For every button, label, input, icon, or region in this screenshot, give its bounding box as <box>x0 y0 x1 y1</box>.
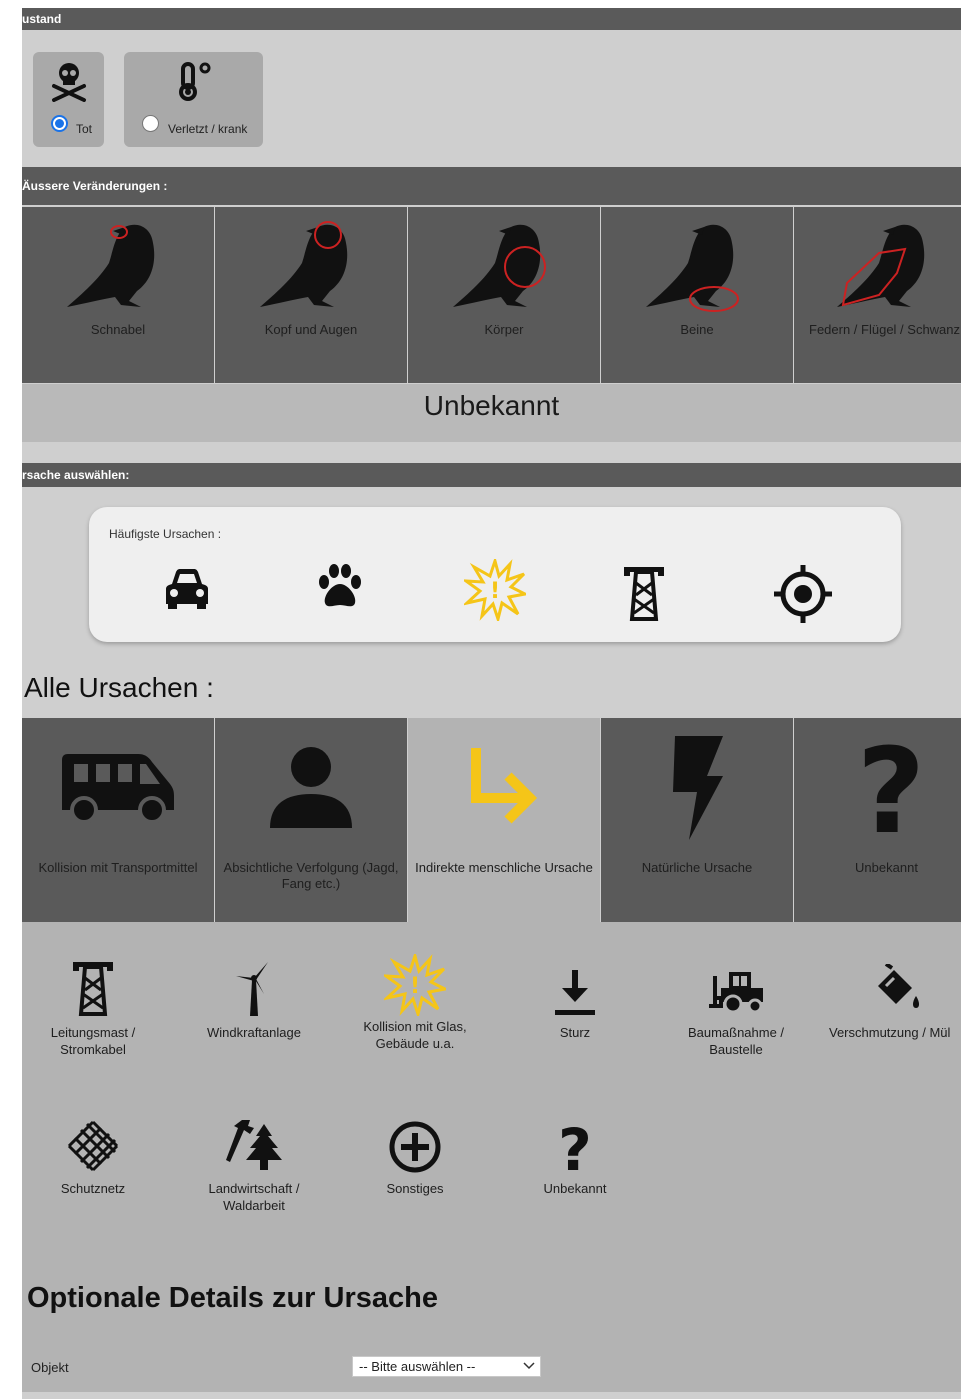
subcause-net[interactable]: Schutznetz <box>22 1118 168 1197</box>
crow-wing-icon <box>836 224 924 307</box>
part-label: Schnabel <box>90 322 146 337</box>
unknown-part-label: Unbekannt <box>423 390 560 421</box>
van-icon <box>62 754 174 824</box>
subcause-label: Windkraftanlage <box>207 1025 301 1040</box>
subcause-glass-collision[interactable]: ! Kollision mit Glas, Gebäude u.a. <box>340 954 490 1052</box>
state-label: Verletzt / krank <box>168 122 248 136</box>
report-form: ustand Tot Verletzt / krank Äussere Verä… <box>22 8 961 1399</box>
part-label: Federn / Flügel / Schwanz <box>809 322 961 337</box>
object-select[interactable]: -- Bitte auswählen -- <box>352 1356 541 1377</box>
section-header-changes: Äussere Veränderungen : <box>22 167 961 205</box>
subcause-unknown[interactable]: ? Unbekannt <box>500 1120 650 1197</box>
fall-arrow-icon <box>555 970 595 1015</box>
crosshair-icon[interactable] <box>774 565 832 623</box>
part-label: Körper <box>484 322 524 337</box>
cause-category-label: Natürliche Ursache <box>641 860 753 875</box>
subcause-fall[interactable]: Sturz <box>500 968 650 1041</box>
section-title: ustand <box>22 12 62 26</box>
crow-head-icon <box>260 221 348 307</box>
state-label: Tot <box>76 122 93 136</box>
thermometer-icon <box>178 62 210 101</box>
all-causes-title: Alle Ursachen : <box>24 672 214 703</box>
crow-beak-icon <box>67 224 155 307</box>
state-option-injured[interactable]: Verletzt / krank <box>124 52 263 147</box>
optional-details-title: Optionale Details zur Ursache <box>27 1282 438 1314</box>
cause-category-label: Unbekannt <box>855 860 918 875</box>
question-mark-icon: ? <box>558 1120 592 1174</box>
section-header-zustand: ustand <box>22 8 961 30</box>
paint-bucket-icon <box>878 964 919 1008</box>
section-title: rsache auswählen: <box>22 468 130 482</box>
question-mark-icon: ? <box>857 736 925 840</box>
wind-turbine-icon <box>236 962 268 1016</box>
subcause-label: Kollision mit Glas, Gebäude u.a. <box>363 1019 467 1051</box>
subcause-panel: Leitungsmast / Stromkabel Windkraftanlage… <box>22 922 961 1399</box>
radio-dead[interactable] <box>51 115 68 132</box>
subcause-label: Sturz <box>559 1025 591 1040</box>
axe-tree-icon <box>226 1120 282 1170</box>
frequent-causes-panel: Häufigste Ursachen : ! <box>89 507 901 642</box>
subcause-other[interactable]: Sonstiges <box>340 1120 490 1197</box>
subcause-construction[interactable]: Baumaßnahme / Baustelle <box>661 968 811 1058</box>
crow-body-icon <box>453 224 546 307</box>
subcause-label: Unbekannt <box>543 1181 607 1196</box>
cause-category-label: Absichtliche Verfolgung (Jagd, Fang etc.… <box>223 860 399 891</box>
cause-tile-transport[interactable]: Kollision mit Transportmittel <box>22 718 214 922</box>
subcause-label: Sonstiges <box>386 1181 444 1196</box>
car-icon[interactable] <box>162 562 212 612</box>
state-option-dead[interactable]: Tot <box>33 52 104 147</box>
subcause-label: Baumaßnahme / Baustelle <box>687 1025 785 1057</box>
part-tile-beak[interactable]: Schnabel <box>22 207 214 383</box>
svg-text:?: ? <box>857 736 925 840</box>
unknown-part-button[interactable]: Unbekannt <box>22 384 961 442</box>
part-tile-feathers[interactable]: Federn / Flügel / Schwanz <box>794 207 961 383</box>
subcause-label: Landwirtschaft / Waldarbeit <box>208 1181 300 1213</box>
cause-tile-pursuit[interactable]: Absichtliche Verfolgung (Jagd, Fang etc.… <box>215 718 407 922</box>
subcause-label: Schutznetz <box>60 1181 126 1196</box>
section-title: Äussere Veränderungen : <box>22 179 168 193</box>
svg-text:!: ! <box>490 579 500 604</box>
person-icon <box>270 747 352 828</box>
lightning-icon <box>673 736 723 840</box>
turn-right-arrow-icon <box>471 748 538 824</box>
skull-crossbones-icon <box>51 63 86 102</box>
object-label: Objekt <box>31 1360 69 1375</box>
bottom-divider <box>22 1392 961 1399</box>
cause-category-label: Kollision mit Transportmittel <box>38 860 198 875</box>
part-tile-body[interactable]: Körper <box>408 207 600 383</box>
subcause-label: Leitungsmast / Stromkabel <box>50 1025 136 1057</box>
cause-category-label: Indirekte menschliche Ursache <box>415 860 593 875</box>
subcause-label: Verschmutzung / Mül <box>829 1025 951 1040</box>
chevron-down-icon <box>523 1362 535 1370</box>
cause-tile-indirect-human[interactable]: Indirekte menschliche Ursache <box>408 718 600 922</box>
part-label: Beine <box>680 322 714 337</box>
frequent-causes-title: Häufigste Ursachen : <box>109 527 222 541</box>
part-tile-legs[interactable]: Beine <box>601 207 793 383</box>
net-icon <box>67 1120 119 1172</box>
cause-tile-unknown[interactable]: ? Unbekannt <box>794 718 961 922</box>
subcause-pollution[interactable]: Verschmutzung / Mül <box>822 964 961 1041</box>
svg-text:?: ? <box>558 1120 592 1174</box>
crow-legs-icon <box>646 224 739 312</box>
cause-tile-natural[interactable]: Natürliche Ursache <box>601 718 793 922</box>
part-tile-head[interactable]: Kopf und Augen <box>215 207 407 383</box>
impact-icon: ! <box>384 954 446 1016</box>
tractor-icon <box>709 972 763 1014</box>
subcause-wind-turbine[interactable]: Windkraftanlage <box>179 960 329 1041</box>
subcause-power-line[interactable]: Leitungsmast / Stromkabel <box>22 960 168 1058</box>
power-pylon-icon[interactable] <box>622 565 666 621</box>
part-label: Kopf und Augen <box>264 322 358 337</box>
svg-text:!: ! <box>410 974 420 999</box>
radio-injured[interactable] <box>142 115 159 132</box>
section-header-cause: rsache auswählen: <box>22 463 961 487</box>
subcause-agriculture[interactable]: Landwirtschaft / Waldarbeit <box>179 1118 329 1214</box>
plus-circle-icon <box>389 1121 441 1173</box>
object-select-value: -- Bitte auswählen -- <box>359 1359 476 1374</box>
impact-icon[interactable]: ! <box>464 559 526 621</box>
power-pylon-icon <box>73 962 113 1016</box>
paw-icon[interactable] <box>315 562 365 612</box>
